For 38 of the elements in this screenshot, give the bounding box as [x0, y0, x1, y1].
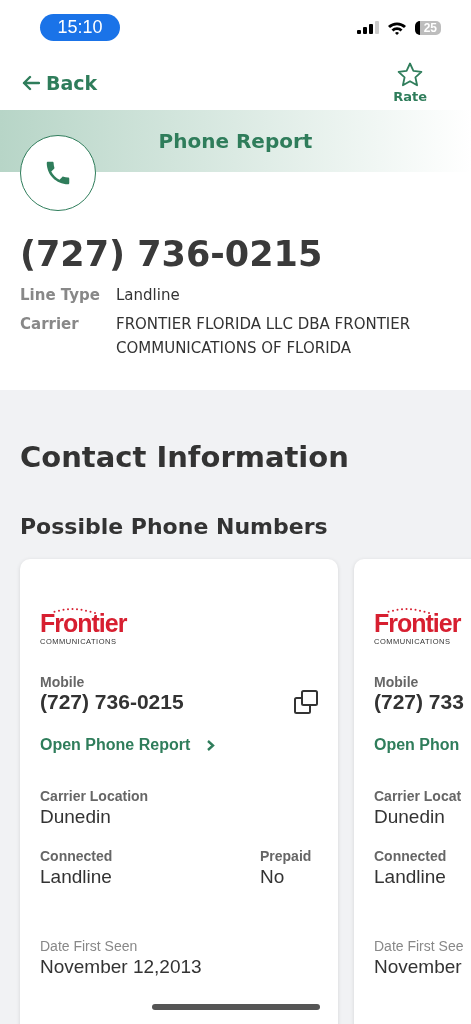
- field-label: Carrier Location: [40, 788, 150, 804]
- status-time: 15:10: [40, 14, 120, 41]
- back-button[interactable]: Back: [22, 71, 98, 94]
- card-phone-number: (727) 736-0215: [40, 690, 184, 714]
- section-title: Contact Information: [20, 440, 350, 474]
- battery-icon: 25: [414, 20, 441, 35]
- detail-value: FRONTIER FLORIDA LLC DBA FRONTIER COMMUNICATIONS OF FLORIDA: [116, 314, 412, 359]
- field-label: Connected: [374, 848, 447, 864]
- section-subtitle: Possible Phone Numbers: [20, 514, 329, 539]
- field-value: Landline: [40, 866, 113, 888]
- page-title: Phone Report: [158, 129, 313, 153]
- detail-label: Carrier: [20, 315, 80, 335]
- detail-label: Line Type: [20, 286, 101, 306]
- arrow-left-icon: [22, 74, 40, 91]
- wifi-icon: [386, 20, 407, 35]
- field-label: Mobile: [40, 674, 86, 690]
- rate-button[interactable]: Rate: [393, 61, 427, 104]
- open-report-link[interactable]: Open Phone Report: [40, 736, 216, 754]
- open-report-link[interactable]: Open Phon: [374, 736, 460, 754]
- field-label: Mobile: [374, 674, 420, 690]
- card-phone-number: (727) 733: [374, 690, 464, 714]
- field-value: No: [260, 866, 286, 888]
- field-value: Landline: [374, 866, 447, 888]
- copy-icon[interactable]: [294, 690, 318, 714]
- phone-number: (727) 736-0215: [20, 234, 324, 274]
- signal-icon: [356, 21, 379, 34]
- star-icon: [397, 61, 424, 87]
- field-value: Dunedin: [374, 806, 446, 828]
- field-value: Dunedin: [40, 806, 112, 828]
- field-label: Prepaid: [260, 848, 313, 864]
- field-label: Date First Seen: [40, 938, 139, 954]
- field-value: November: [374, 956, 463, 978]
- chevron-right-icon: [206, 738, 216, 752]
- field-label: Connected: [40, 848, 113, 864]
- field-label: Date First See: [374, 938, 465, 954]
- detail-value: Landline: [116, 285, 180, 306]
- field-label: Carrier Locat: [374, 788, 463, 804]
- field-value: November 12,2013: [40, 956, 203, 978]
